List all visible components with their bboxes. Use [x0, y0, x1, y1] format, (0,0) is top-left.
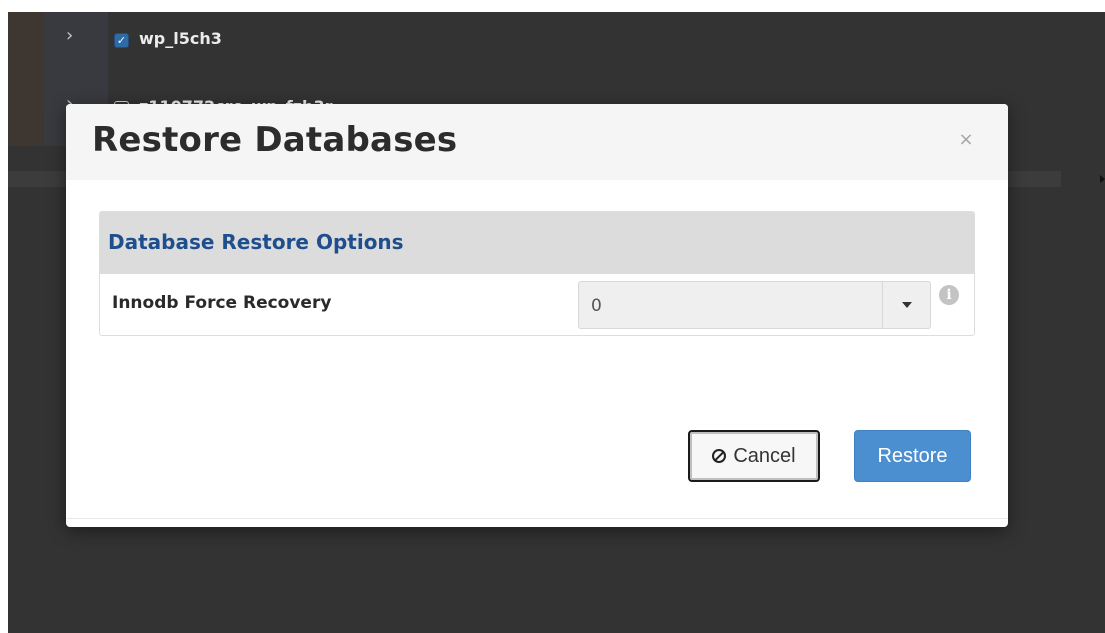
modal-title: Restore Databases [92, 120, 458, 160]
list-item-label: wp_l5ch3 [139, 29, 222, 48]
modal-header: Restore Databases × [66, 104, 1008, 180]
select-value: 0 [591, 296, 602, 316]
panel-heading: Database Restore Options [100, 212, 974, 274]
chevron-right-icon[interactable]: › [66, 27, 76, 45]
restore-modal: Restore Databases × Database Restore Opt… [66, 104, 1008, 527]
cancel-button[interactable]: Cancel [688, 430, 820, 482]
checkbox-checked[interactable]: ✓ [114, 33, 129, 48]
innodb-force-recovery-label: Innodb Force Recovery [112, 293, 332, 313]
panel-title: Database Restore Options [108, 230, 404, 254]
info-circle-icon[interactable]: i [939, 285, 959, 305]
restore-button[interactable]: Restore [854, 430, 971, 482]
list-item[interactable]: › ✓ wp_l5ch3 [8, 12, 1105, 68]
restore-options-panel: Database Restore Options Innodb Force Re… [99, 211, 975, 336]
modal-footer-divider [66, 518, 1008, 519]
cancel-button-label: Cancel [733, 444, 796, 467]
option-row-innodb: Innodb Force Recovery 0 i [100, 274, 974, 335]
caret-down-icon[interactable] [902, 302, 912, 308]
close-icon[interactable]: × [958, 131, 974, 149]
innodb-force-recovery-select[interactable]: 0 [578, 281, 931, 329]
select-divider [882, 282, 883, 328]
caret-right-icon [1100, 175, 1105, 183]
ban-icon [712, 449, 727, 463]
